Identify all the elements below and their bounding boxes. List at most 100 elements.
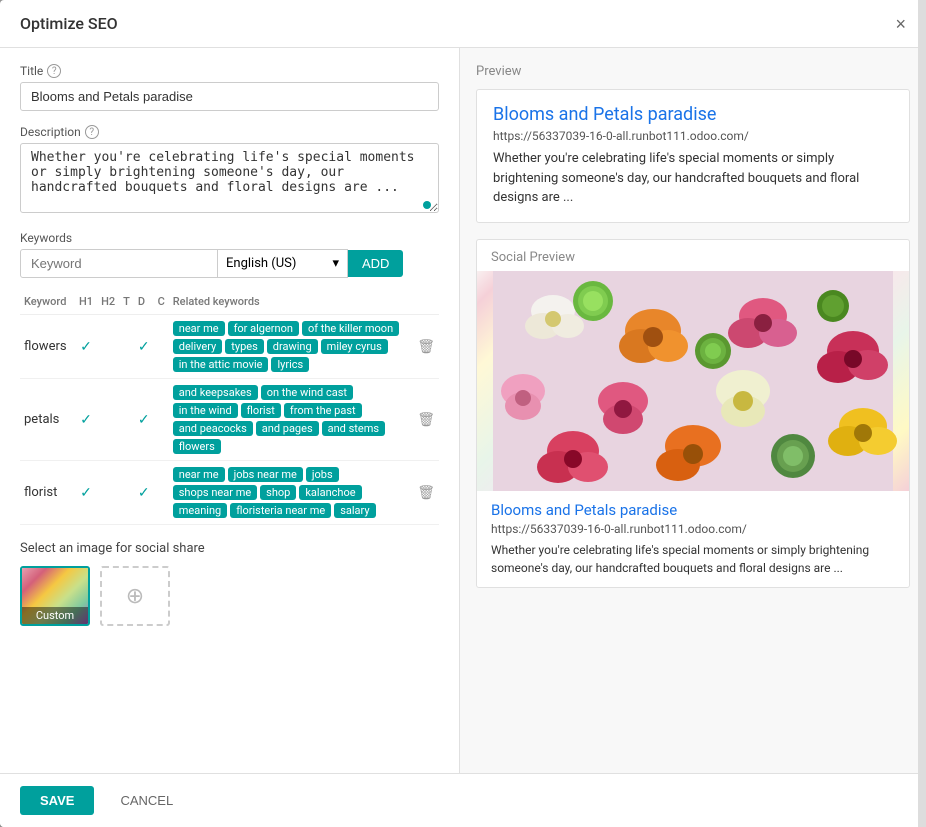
delete-keyword-button[interactable]: 🗑 [417, 412, 435, 428]
description-input[interactable]: Whether you're celebrating life's specia… [20, 143, 439, 213]
textarea-wrap: Whether you're celebrating life's specia… [20, 143, 439, 217]
keyword-tag: and peacocks [173, 421, 253, 436]
optimize-seo-modal: Optimize SEO × Title ? Description [0, 0, 926, 827]
description-label: Description ? [20, 125, 439, 139]
modal-body: Title ? Description ? Whether you're cel… [0, 48, 926, 773]
table-row: florist ✓ ✓ near mejobs near mejobsshops… [20, 461, 439, 525]
preview-label: Preview [476, 64, 910, 79]
social-preview-box: Social Preview [476, 239, 910, 588]
d-check: ✓ [134, 315, 154, 379]
col-related: Related keywords [169, 292, 413, 315]
h2-check [97, 461, 119, 525]
keyword-tag: delivery [173, 339, 223, 354]
keyword-input[interactable] [20, 249, 218, 278]
col-h1: H1 [75, 292, 97, 315]
image-thumb-inner: Custom [22, 568, 88, 624]
social-preview-image [477, 271, 909, 491]
keyword-tag: lyrics [271, 357, 309, 372]
keyword-name: petals [20, 379, 75, 461]
modal-title: Optimize SEO [20, 14, 118, 33]
delete-cell: 🗑 [413, 461, 439, 525]
keyword-tag: for algernon [228, 321, 299, 336]
title-help-icon[interactable]: ? [47, 64, 61, 78]
keywords-label: Keywords [20, 231, 439, 245]
social-preview-label: Social Preview [477, 240, 909, 271]
delete-keyword-button[interactable]: 🗑 [417, 339, 435, 355]
add-image-button[interactable]: ⊕ [100, 566, 170, 626]
keyword-tag: and stems [322, 421, 385, 436]
related-tags: and keepsakeson the wind cast in the wind… [169, 379, 413, 461]
h2-check [97, 379, 119, 461]
keywords-row: English (US) ▾ ADD [20, 249, 439, 278]
keyword-tag: drawing [267, 339, 318, 354]
cancel-button[interactable]: CANCEL [104, 786, 189, 815]
h1-check: ✓ [75, 379, 97, 461]
keyword-tag: in the attic movie [173, 357, 269, 372]
keyword-tag: on the wind cast [261, 385, 353, 400]
keyword-tag: from the past [284, 403, 362, 418]
related-tags: near mejobs near mejobsshops near meshop… [169, 461, 413, 525]
preview-description: Whether you're celebrating life's specia… [493, 149, 893, 208]
delete-keyword-button[interactable]: 🗑 [417, 485, 435, 501]
keyword-tag: salary [334, 503, 375, 518]
modal-header: Optimize SEO × [0, 0, 926, 48]
social-preview-title: Blooms and Petals paradise [491, 501, 895, 519]
h1-check: ✓ [75, 315, 97, 379]
close-button[interactable]: × [895, 15, 906, 33]
social-preview-url: https://56337039-16-0-all.runbot111.odoo… [491, 522, 895, 536]
description-help-icon[interactable]: ? [85, 125, 99, 139]
keyword-tag: shop [260, 485, 296, 500]
keyword-table: Keyword H1 H2 T D C Related keywords flo… [20, 292, 439, 525]
keyword-tag: flowers [173, 439, 221, 454]
h2-check [97, 315, 119, 379]
c-check [154, 461, 169, 525]
keyword-tag: florist [241, 403, 281, 418]
title-group: Title ? [20, 64, 439, 111]
flower-image-svg [477, 271, 909, 491]
keyword-name: flowers [20, 315, 75, 379]
keyword-tag: and pages [256, 421, 319, 436]
col-t: T [119, 292, 134, 315]
left-panel: Title ? Description ? Whether you're cel… [0, 48, 460, 773]
custom-image-thumb[interactable]: Custom [20, 566, 90, 626]
person-icon: ⊕ [126, 584, 144, 609]
col-c: C [154, 292, 169, 315]
keyword-tag: meaning [173, 503, 227, 518]
d-check: ✓ [134, 461, 154, 525]
social-section-label: Select an image for social share [20, 541, 439, 556]
keyword-tag: in the wind [173, 403, 238, 418]
delete-cell: 🗑 [413, 315, 439, 379]
keyword-tag: near me [173, 321, 225, 336]
image-picker: Custom ⊕ [20, 566, 439, 626]
title-input[interactable] [20, 82, 439, 111]
description-group: Description ? Whether you're celebrating… [20, 125, 439, 217]
keyword-tag: of the killer moon [302, 321, 399, 336]
delete-cell: 🗑 [413, 379, 439, 461]
keyword-tag: types [225, 339, 264, 354]
preview-title: Blooms and Petals paradise [493, 104, 893, 125]
col-keyword: Keyword [20, 292, 75, 315]
keyword-name: florist [20, 461, 75, 525]
t-check [119, 379, 134, 461]
keyword-tag: kalanchoe [299, 485, 361, 500]
related-tags: near mefor algernonof the killer moon del… [169, 315, 413, 379]
c-check [154, 315, 169, 379]
table-row: petals ✓ ✓ and keepsakeson the wind cast… [20, 379, 439, 461]
keyword-tag: floristeria near me [230, 503, 331, 518]
social-section: Select an image for social share Custom … [20, 541, 439, 626]
right-panel: Preview Blooms and Petals paradise https… [460, 48, 926, 773]
keyword-tag: and keepsakes [173, 385, 258, 400]
add-keyword-button[interactable]: ADD [348, 250, 403, 277]
textarea-indicator [423, 201, 431, 209]
language-select[interactable]: English (US) ▾ [218, 249, 348, 278]
keyword-tag: near me [173, 467, 225, 482]
keyword-tag: shops near me [173, 485, 257, 500]
save-button[interactable]: SAVE [20, 786, 94, 815]
col-h2: H2 [97, 292, 119, 315]
keyword-tag: jobs [306, 467, 339, 482]
chevron-down-icon: ▾ [332, 256, 339, 271]
social-preview-description: Whether you're celebrating life's specia… [491, 541, 895, 577]
h1-check: ✓ [75, 461, 97, 525]
table-row: flowers ✓ ✓ near mefor algernonof the ki… [20, 315, 439, 379]
t-check [119, 461, 134, 525]
